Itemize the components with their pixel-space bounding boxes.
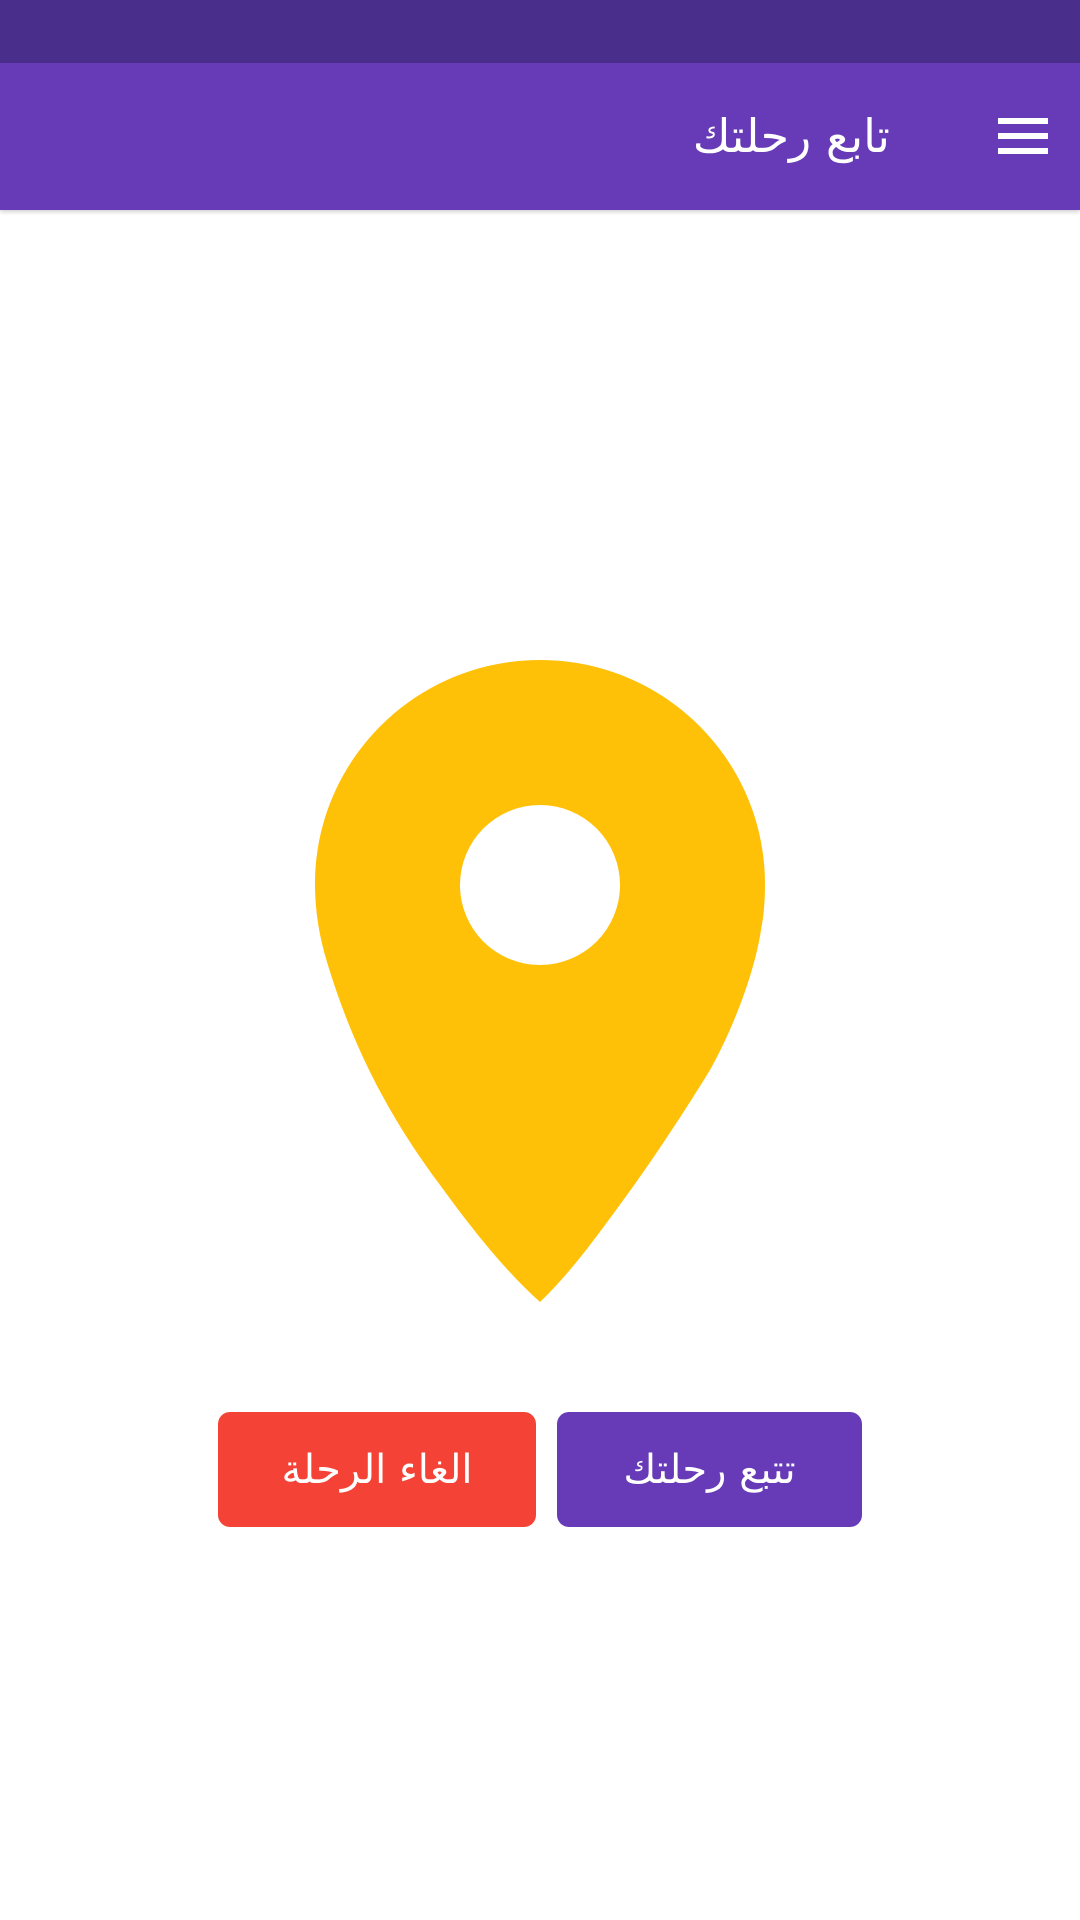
app-title: تابع رحلتك <box>692 109 890 163</box>
track-trip-button[interactable]: تتبع رحلتك <box>557 1412 862 1527</box>
pin-shape <box>315 660 765 1302</box>
status-bar <box>0 0 1080 63</box>
app-bar: تابع رحلتك <box>0 63 1080 210</box>
pin-hole <box>460 805 620 965</box>
location-pin-icon <box>315 660 765 1302</box>
menu-icon <box>998 118 1048 154</box>
cancel-trip-button[interactable]: الغاء الرحلة <box>218 1412 536 1527</box>
menu-button[interactable] <box>988 101 1058 171</box>
